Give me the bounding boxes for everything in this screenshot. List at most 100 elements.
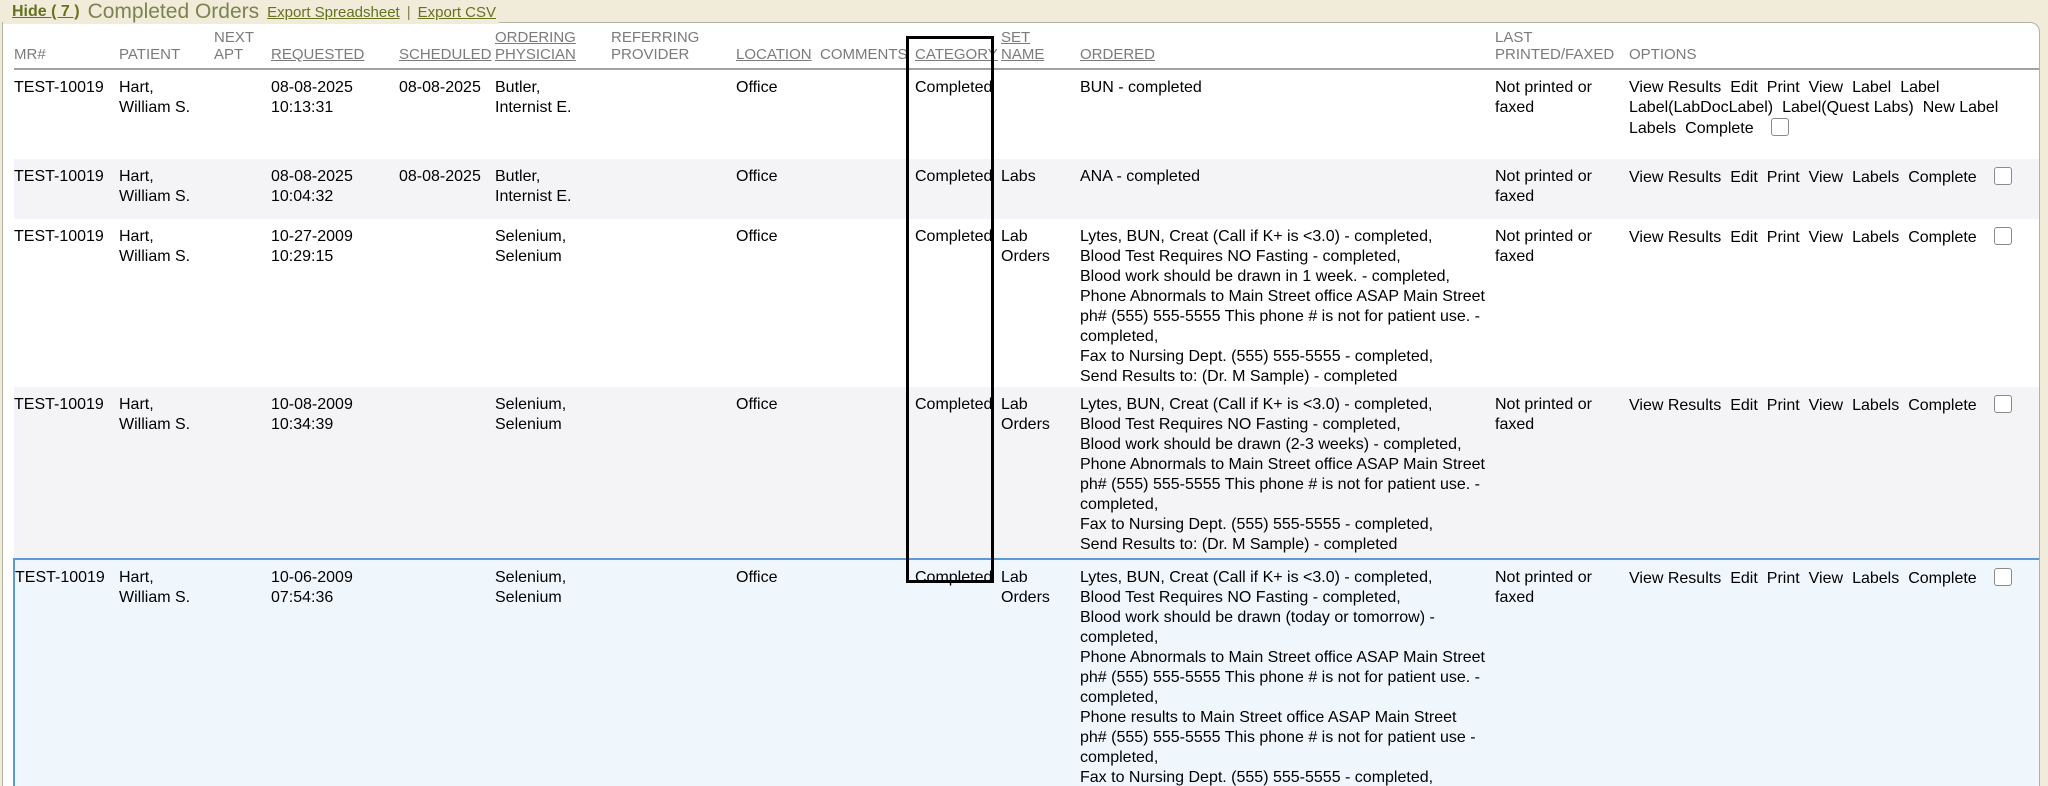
export-csv-link[interactable]: Export CSV bbox=[418, 4, 496, 21]
cell-comments bbox=[820, 69, 915, 159]
complete-checkbox[interactable] bbox=[1994, 227, 2012, 245]
option-complete[interactable]: Complete bbox=[1908, 569, 1976, 589]
option-view[interactable]: View bbox=[1809, 168, 1843, 188]
option-edit[interactable]: Edit bbox=[1730, 168, 1758, 188]
cell-requested: 10-08-2009 10:34:39 bbox=[271, 387, 399, 559]
complete-checkbox[interactable] bbox=[1994, 568, 2012, 586]
option-view-results[interactable]: View Results bbox=[1629, 168, 1721, 188]
column-header-label[interactable]: CATEGORY bbox=[915, 46, 998, 63]
mr-text: TEST-10019 bbox=[15, 569, 105, 586]
complete-checkbox[interactable] bbox=[1994, 167, 2012, 185]
option-print[interactable]: Print bbox=[1767, 168, 1800, 188]
patient-text: Hart, William S. bbox=[119, 228, 190, 265]
location-text: Office bbox=[736, 396, 778, 413]
cell-location: Office bbox=[736, 559, 820, 786]
option-print[interactable]: Print bbox=[1767, 396, 1800, 416]
column-header-label[interactable]: ORDERED bbox=[1080, 46, 1155, 63]
cell-next-apt bbox=[214, 387, 271, 559]
order-row: TEST-10019Hart, William S.08-08-2025 10:… bbox=[14, 69, 2040, 159]
complete-checkbox[interactable] bbox=[1771, 118, 1789, 136]
ordered-item: Fax to Nursing Dept. (555) 555-5555 - co… bbox=[1080, 515, 1485, 535]
complete-checkbox[interactable] bbox=[1994, 395, 2012, 413]
column-header-patient: PATIENT bbox=[119, 23, 214, 69]
ordered-item: Fax to Nursing Dept. (555) 555-5555 - co… bbox=[1080, 347, 1485, 367]
ordered-item: Phone Abnormals to Main Street office AS… bbox=[1080, 648, 1485, 708]
option-print[interactable]: Print bbox=[1767, 228, 1800, 248]
column-header-options: OPTIONS bbox=[1629, 23, 2040, 69]
physician-text: Selenium, Selenium bbox=[495, 569, 566, 606]
option-label[interactable]: Label bbox=[1900, 78, 1939, 98]
option-complete[interactable]: Complete bbox=[1908, 168, 1976, 188]
option-view[interactable]: View bbox=[1809, 228, 1843, 248]
cell-last-printed: Not printed or faxed bbox=[1495, 387, 1629, 559]
option-labels[interactable]: Labels bbox=[1629, 119, 1676, 139]
column-header-ordering-physician: ORDERING PHYSICIAN bbox=[495, 23, 611, 69]
option-labels[interactable]: Labels bbox=[1852, 396, 1899, 416]
category-text: Completed bbox=[915, 79, 992, 96]
option-complete[interactable]: Complete bbox=[1908, 228, 1976, 248]
cell-location: Office bbox=[736, 69, 820, 159]
option-edit[interactable]: Edit bbox=[1730, 396, 1758, 416]
cell-referring bbox=[611, 219, 736, 387]
location-text: Office bbox=[736, 168, 778, 185]
column-header-label[interactable]: LOCATION bbox=[736, 46, 812, 63]
column-header-label[interactable]: SCHEDULED bbox=[399, 46, 492, 63]
column-header-label[interactable]: REQUESTED bbox=[271, 46, 364, 63]
option-edit[interactable]: Edit bbox=[1730, 228, 1758, 248]
last-printed-text: Not printed or faxed bbox=[1495, 569, 1592, 606]
column-header-label[interactable]: SET NAME bbox=[1001, 29, 1044, 63]
column-header-scheduled: SCHEDULED bbox=[399, 23, 495, 69]
requested-text: 10-08-2009 10:34:39 bbox=[271, 396, 353, 433]
completed-orders-panel: MR#PATIENTNEXT APTREQUESTEDSCHEDULEDORDE… bbox=[2, 22, 2040, 786]
column-header-label[interactable]: ORDERING PHYSICIAN bbox=[495, 29, 576, 63]
option-label-labdoclabel-[interactable]: Label(LabDocLabel) bbox=[1629, 98, 1773, 118]
completed-orders-table: MR#PATIENTNEXT APTREQUESTEDSCHEDULEDORDE… bbox=[13, 23, 2040, 786]
mr-text: TEST-10019 bbox=[14, 396, 104, 413]
category-text: Completed bbox=[915, 396, 992, 413]
option-print[interactable]: Print bbox=[1767, 78, 1800, 98]
cell-mr: TEST-10019 bbox=[14, 159, 119, 219]
column-header-referring-provider: REFERRING PROVIDER bbox=[611, 23, 736, 69]
patient-text: Hart, William S. bbox=[119, 396, 190, 433]
option-edit[interactable]: Edit bbox=[1730, 78, 1758, 98]
table-header-row: MR#PATIENTNEXT APTREQUESTEDSCHEDULEDORDE… bbox=[14, 23, 2040, 69]
option-label[interactable]: Label bbox=[1852, 78, 1891, 98]
cell-scheduled bbox=[399, 559, 495, 786]
option-view-results[interactable]: View Results bbox=[1629, 228, 1721, 248]
ordered-item: Lytes, BUN, Creat (Call if K+ is <3.0) -… bbox=[1080, 395, 1485, 415]
cell-mr: TEST-10019 bbox=[14, 559, 119, 786]
option-label-quest-labs-[interactable]: Label(Quest Labs) bbox=[1782, 98, 1914, 118]
column-header-requested: REQUESTED bbox=[271, 23, 399, 69]
cell-mr: TEST-10019 bbox=[14, 387, 119, 559]
cell-requested: 10-06-2009 07:54:36 bbox=[271, 559, 399, 786]
option-view[interactable]: View bbox=[1809, 569, 1843, 589]
cell-set-name bbox=[1001, 69, 1080, 159]
mr-text: TEST-10019 bbox=[14, 168, 104, 185]
column-header-mr-: MR# bbox=[14, 23, 119, 69]
set-name-text: Lab Orders bbox=[1001, 228, 1050, 265]
hide-toggle-link[interactable]: Hide ( 7 ) bbox=[12, 3, 80, 21]
cell-referring bbox=[611, 159, 736, 219]
option-labels[interactable]: Labels bbox=[1852, 168, 1899, 188]
scheduled-text: 08-08-2025 bbox=[399, 168, 481, 185]
column-header-ordered: ORDERED bbox=[1080, 23, 1495, 69]
completed-orders-page: { "legend": { "hide_label": "Hide ( 7 )"… bbox=[0, 0, 2048, 786]
completed-orders-legend: Hide ( 7 ) Completed Orders Export Sprea… bbox=[0, 0, 2048, 24]
option-new-label[interactable]: New Label bbox=[1923, 98, 1999, 118]
option-labels[interactable]: Labels bbox=[1852, 569, 1899, 589]
option-edit[interactable]: Edit bbox=[1730, 569, 1758, 589]
export-spreadsheet-link[interactable]: Export Spreadsheet bbox=[267, 4, 400, 21]
option-labels[interactable]: Labels bbox=[1852, 228, 1899, 248]
set-name-text: Lab Orders bbox=[1001, 396, 1050, 433]
option-view[interactable]: View bbox=[1809, 396, 1843, 416]
location-text: Office bbox=[736, 228, 778, 245]
option-view-results[interactable]: View Results bbox=[1629, 78, 1721, 98]
option-view-results[interactable]: View Results bbox=[1629, 396, 1721, 416]
option-print[interactable]: Print bbox=[1767, 569, 1800, 589]
cell-set-name: Lab Orders bbox=[1001, 559, 1080, 786]
option-view[interactable]: View bbox=[1809, 78, 1843, 98]
ordered-item: Fax to Nursing Dept. (555) 555-5555 - co… bbox=[1080, 768, 1485, 786]
option-complete[interactable]: Complete bbox=[1908, 396, 1976, 416]
option-view-results[interactable]: View Results bbox=[1629, 569, 1721, 589]
option-complete[interactable]: Complete bbox=[1685, 119, 1753, 139]
